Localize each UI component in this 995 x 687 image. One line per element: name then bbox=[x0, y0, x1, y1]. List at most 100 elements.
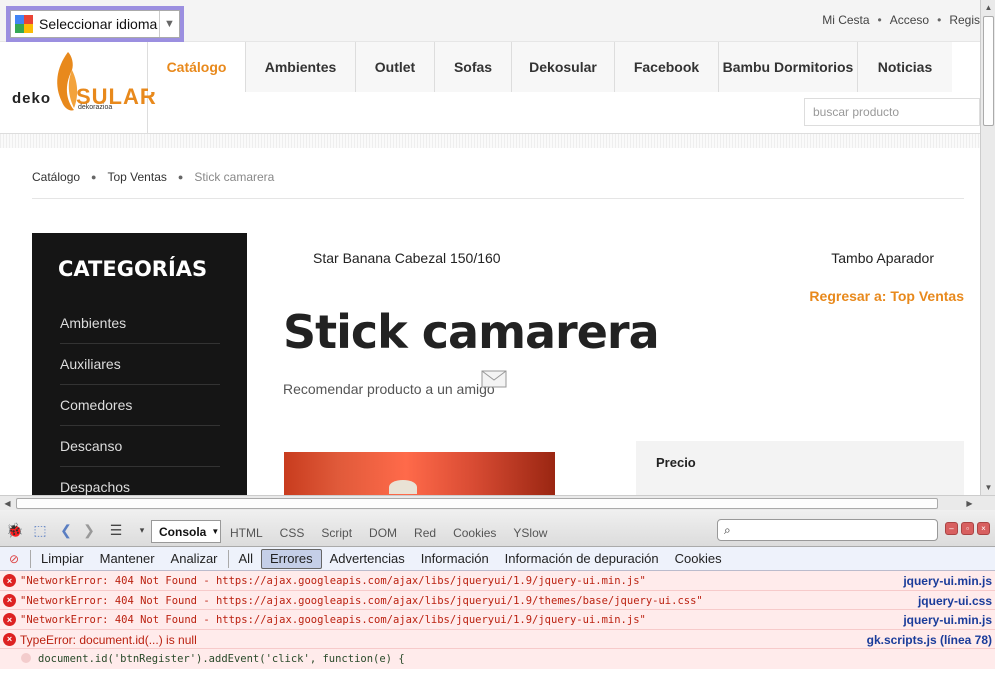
language-selector[interactable]: Seleccionar idioma ▼ bbox=[6, 6, 184, 42]
log-message: "NetworkError: 404 Not Found - https://a… bbox=[20, 594, 703, 607]
category-descanso[interactable]: Descanso bbox=[60, 426, 220, 467]
tab-dom[interactable]: DOM bbox=[369, 526, 397, 540]
log-source-link[interactable]: jquery-ui.css bbox=[918, 594, 992, 608]
scrollbar-thumb[interactable] bbox=[983, 16, 994, 126]
log-entry[interactable]: × "NetworkError: 404 Not Found - https:/… bbox=[0, 571, 995, 591]
scrollbar-thumb[interactable] bbox=[16, 498, 938, 509]
toolbar-divider bbox=[30, 549, 31, 568]
site-header: deko SULAR dekorazioa Catálogo Ambientes… bbox=[0, 42, 980, 134]
log-source-link[interactable]: jquery-ui.min.js bbox=[903, 613, 992, 627]
product-search-input[interactable]: buscar producto bbox=[804, 98, 980, 126]
nav-catalogo[interactable]: Catálogo bbox=[148, 42, 246, 92]
firebug-panel-tabs: HTML CSS Script DOM Red Cookies YSlow bbox=[230, 526, 564, 540]
log-entry[interactable]: × "NetworkError: 404 Not Found - https:/… bbox=[0, 610, 995, 630]
logo-sub: dekorazioa bbox=[78, 104, 113, 111]
limpiar-button[interactable]: Limpiar bbox=[33, 549, 92, 569]
minimize-icon[interactable]: – bbox=[945, 522, 958, 535]
account-links: Mi Cesta • Acceso • Regis bbox=[822, 13, 980, 27]
mantener-button[interactable]: Mantener bbox=[92, 549, 163, 569]
nav-sofas[interactable]: Sofas bbox=[435, 42, 512, 92]
product-image-detail bbox=[389, 480, 417, 494]
filter-advertencias[interactable]: Advertencias bbox=[322, 549, 413, 569]
breadcrumb-top-ventas[interactable]: Top Ventas bbox=[107, 170, 166, 184]
console-log: × "NetworkError: 404 Not Found - https:/… bbox=[0, 571, 995, 687]
filter-informacion[interactable]: Información bbox=[413, 549, 497, 569]
console-filter-bar: ⊘ Limpiar Mantener Analizar All Errores … bbox=[0, 547, 995, 571]
tab-css[interactable]: CSS bbox=[280, 526, 305, 540]
login-link[interactable]: Acceso bbox=[890, 13, 929, 27]
filter-errores[interactable]: Errores bbox=[260, 548, 322, 569]
scroll-left-icon[interactable]: ◀ bbox=[0, 496, 15, 511]
price-box: Precio bbox=[636, 441, 964, 495]
register-link[interactable]: Regis bbox=[949, 13, 980, 27]
envelope-icon[interactable] bbox=[481, 370, 507, 388]
tab-script[interactable]: Script bbox=[321, 526, 352, 540]
nav-bambu-dormitorios[interactable]: Bambu Dormitorios bbox=[719, 42, 858, 92]
inspect-element-icon[interactable]: ⬚ bbox=[31, 522, 49, 538]
product-image[interactable] bbox=[284, 452, 555, 495]
tab-red[interactable]: Red bbox=[414, 526, 436, 540]
bullet-separator: • bbox=[937, 13, 942, 27]
horizontal-scrollbar[interactable]: ◀ ▶ bbox=[0, 495, 995, 510]
breadcrumb-current: Stick camarera bbox=[194, 170, 275, 184]
firebug-search-input[interactable]: ⌕ bbox=[717, 519, 938, 541]
tab-cookies[interactable]: Cookies bbox=[453, 526, 496, 540]
categories-sidebar: CATEGORÍAS Ambientes Auxiliares Comedore… bbox=[32, 233, 247, 495]
panel-menu-icon[interactable]: ▾ bbox=[133, 522, 151, 538]
category-comedores[interactable]: Comedores bbox=[60, 385, 220, 426]
cart-link[interactable]: Mi Cesta bbox=[822, 13, 869, 27]
chevron-down-icon: ▼ bbox=[211, 527, 220, 536]
clear-console-icon[interactable]: ⊘ bbox=[0, 552, 28, 566]
log-source-link[interactable]: gk.scripts.js (línea 78) bbox=[867, 633, 992, 647]
next-product-link[interactable]: Tambo Aparador bbox=[831, 250, 934, 266]
scroll-right-icon[interactable]: ▶ bbox=[962, 496, 977, 511]
filter-informacion-depuracion[interactable]: Información de depuración bbox=[497, 549, 667, 569]
site-logo[interactable]: deko SULAR dekorazioa bbox=[0, 42, 156, 134]
close-icon[interactable]: × bbox=[977, 522, 990, 535]
firebug-bug-icon[interactable]: 🐞 bbox=[6, 522, 24, 538]
detach-icon[interactable]: ▫ bbox=[961, 522, 974, 535]
nav-outlet[interactable]: Outlet bbox=[356, 42, 435, 92]
error-icon: × bbox=[3, 613, 16, 626]
back-arrow-icon[interactable]: ❮ bbox=[57, 522, 75, 538]
language-selector-label: Seleccionar idioma bbox=[39, 16, 158, 32]
firebug-toolbar: 🐞 ⬚ ❮ ❯ ☰ ▾ Consola ▼ HTML CSS Script DO… bbox=[0, 510, 995, 547]
filter-cookies[interactable]: Cookies bbox=[667, 549, 730, 569]
sidebar-title: CATEGORÍAS bbox=[58, 257, 208, 281]
category-auxiliares[interactable]: Auxiliares bbox=[60, 344, 220, 385]
firebug-window-controls: – ▫ × bbox=[945, 522, 990, 535]
log-message: TypeError: document.id(...) is null bbox=[20, 632, 197, 647]
category-ambientes[interactable]: Ambientes bbox=[60, 303, 220, 344]
error-icon: × bbox=[3, 593, 16, 607]
back-to-category-link[interactable]: Regresar a: Top Ventas bbox=[809, 288, 964, 304]
nav-noticias[interactable]: Noticias bbox=[858, 42, 952, 92]
filter-all[interactable]: All bbox=[231, 549, 261, 569]
breadcrumb-catalogo[interactable]: Catálogo bbox=[32, 170, 80, 184]
log-message: "NetworkError: 404 Not Found - https://a… bbox=[20, 614, 646, 626]
analizar-button[interactable]: Analizar bbox=[163, 549, 226, 569]
chevron-down-icon[interactable]: ▼ bbox=[159, 11, 179, 37]
recommend-friend-link[interactable]: Recomendar producto a un amigo bbox=[283, 381, 495, 397]
vertical-scrollbar[interactable]: ▲ ▼ bbox=[980, 0, 995, 495]
main-nav: Catálogo Ambientes Outlet Sofas Dekosula… bbox=[148, 42, 952, 92]
log-source-link[interactable]: jquery-ui.min.js bbox=[903, 574, 992, 588]
product-title: Stick camarera bbox=[283, 305, 660, 359]
log-entry[interactable]: × TypeError: document.id(...) is null gk… bbox=[0, 629, 995, 649]
prev-product-link[interactable]: Star Banana Cabezal 150/160 bbox=[313, 250, 501, 266]
scroll-down-icon[interactable]: ▼ bbox=[981, 480, 995, 495]
divider bbox=[32, 198, 964, 199]
category-despachos[interactable]: Despachos bbox=[60, 467, 220, 495]
nav-facebook[interactable]: Facebook bbox=[615, 42, 719, 92]
forward-arrow-icon[interactable]: ❯ bbox=[80, 522, 98, 538]
breakpoint-icon[interactable] bbox=[21, 653, 31, 663]
scroll-up-icon[interactable]: ▲ bbox=[981, 0, 995, 15]
nav-dekosular[interactable]: Dekosular bbox=[512, 42, 615, 92]
error-icon: × bbox=[3, 574, 16, 587]
log-entry[interactable]: × "NetworkError: 404 Not Found - https:/… bbox=[0, 590, 995, 610]
tab-yslow[interactable]: YSlow bbox=[513, 526, 547, 540]
command-line-icon[interactable]: ☰ bbox=[107, 522, 125, 538]
console-tab-select[interactable]: Consola ▼ bbox=[151, 520, 221, 543]
tab-html[interactable]: HTML bbox=[230, 526, 263, 540]
nav-ambientes[interactable]: Ambientes bbox=[246, 42, 356, 92]
search-icon: ⌕ bbox=[724, 523, 731, 537]
